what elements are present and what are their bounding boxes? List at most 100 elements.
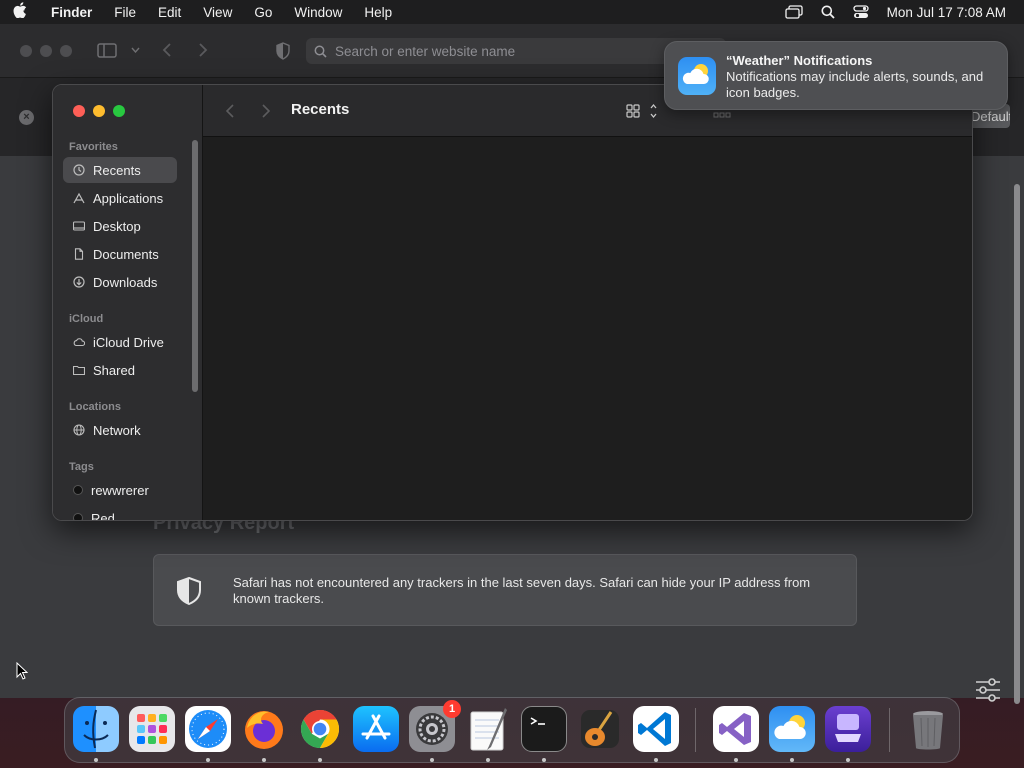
weather-notification[interactable]: “Weather” Notifications Notifications ma… bbox=[664, 41, 1008, 110]
menu-go[interactable]: Go bbox=[243, 5, 283, 20]
dock-textedit-icon[interactable] bbox=[465, 706, 511, 752]
dock-visual-studio-icon[interactable] bbox=[713, 706, 759, 752]
sidebar-tag-rewwrerer[interactable]: rewwrerer bbox=[63, 477, 177, 503]
running-indicator bbox=[262, 758, 266, 762]
sidebar-item-label: Applications bbox=[93, 190, 164, 206]
dock-weather-icon[interactable] bbox=[769, 706, 815, 752]
sidebar-item-label: Recents bbox=[93, 162, 141, 178]
sidebar-tag-red[interactable]: Red bbox=[63, 505, 177, 521]
menu-edit[interactable]: Edit bbox=[147, 5, 192, 20]
favorites-header: Favorites bbox=[69, 141, 118, 153]
shared-folder-icon bbox=[73, 365, 85, 376]
dock-garageband-icon[interactable] bbox=[577, 706, 623, 752]
back-icon[interactable] bbox=[225, 103, 235, 119]
minimize-window-button[interactable] bbox=[93, 105, 105, 117]
sidebar-scrollbar[interactable] bbox=[192, 140, 198, 392]
sidebar-toggle-icon[interactable] bbox=[97, 43, 119, 59]
sidebar-item-label: Network bbox=[93, 422, 141, 438]
running-indicator bbox=[846, 758, 850, 762]
tags-header: Tags bbox=[69, 461, 94, 473]
menu-bar: Finder File Edit View Go Window Help Mon… bbox=[0, 0, 1024, 24]
mouse-cursor-icon bbox=[16, 662, 28, 680]
safari-scrollbar[interactable] bbox=[1014, 184, 1020, 704]
search-icon bbox=[314, 45, 327, 58]
close-icon[interactable]: × bbox=[19, 110, 34, 125]
sidebar-item-applications[interactable]: Applications bbox=[63, 185, 177, 211]
finder-sidebar: Favorites Recents Applications Desktop D… bbox=[53, 85, 203, 521]
privacy-shield-icon[interactable] bbox=[275, 42, 291, 60]
notification-body: Notifications may include alerts, sounds… bbox=[726, 69, 984, 100]
dock-launchpad-icon[interactable] bbox=[129, 706, 175, 752]
dock-finder-icon[interactable] bbox=[73, 706, 119, 752]
running-indicator bbox=[790, 758, 794, 762]
tag-color-dot bbox=[73, 485, 83, 495]
spotlight-search-icon[interactable] bbox=[821, 5, 835, 19]
running-indicator bbox=[542, 758, 546, 762]
icon-view-icon[interactable] bbox=[625, 101, 663, 121]
sidebar-item-downloads[interactable]: Downloads bbox=[63, 269, 177, 295]
close-window-button[interactable] bbox=[73, 105, 85, 117]
address-bar[interactable]: Search or enter website name bbox=[306, 38, 726, 64]
dock-separator bbox=[889, 708, 890, 752]
privacy-report-text: Safari has not encountered any trackers … bbox=[233, 575, 811, 606]
running-indicator bbox=[94, 758, 98, 762]
safari-close-button[interactable] bbox=[20, 45, 32, 57]
menu-help[interactable]: Help bbox=[353, 5, 403, 20]
menubar-clock[interactable]: Mon Jul 17 7:08 AM bbox=[887, 5, 1006, 20]
dock-safari-icon[interactable] bbox=[185, 706, 231, 752]
address-placeholder: Search or enter website name bbox=[335, 43, 516, 59]
apple-menu-icon[interactable] bbox=[0, 2, 40, 22]
sidebar-item-label: rewwrerer bbox=[91, 482, 149, 498]
forward-icon[interactable] bbox=[198, 42, 208, 58]
tag-color-dot bbox=[73, 513, 83, 520]
dock-simulator-icon[interactable] bbox=[825, 706, 871, 752]
sidebar-item-label: Downloads bbox=[93, 274, 158, 290]
running-indicator bbox=[654, 758, 658, 762]
dock-vscode-icon[interactable] bbox=[633, 706, 679, 752]
sidebar-item-label: Documents bbox=[93, 246, 159, 262]
sidebar-item-desktop[interactable]: Desktop bbox=[63, 213, 177, 239]
zoom-window-button[interactable] bbox=[113, 105, 125, 117]
dock-terminal-icon[interactable] bbox=[521, 706, 567, 752]
window-title: Recents bbox=[291, 101, 350, 118]
menu-file[interactable]: File bbox=[103, 5, 147, 20]
privacy-report-card[interactable]: Safari has not encountered any trackers … bbox=[153, 554, 857, 626]
default-button-label: Default bbox=[971, 108, 1010, 124]
menu-window[interactable]: Window bbox=[283, 5, 353, 20]
dock-trash-icon[interactable] bbox=[905, 706, 951, 752]
running-indicator bbox=[206, 758, 210, 762]
running-indicator bbox=[318, 758, 322, 762]
customize-sliders-icon[interactable] bbox=[975, 678, 1001, 702]
finder-window: Favorites Recents Applications Desktop D… bbox=[52, 84, 973, 521]
safari-zoom-button[interactable] bbox=[60, 45, 72, 57]
download-icon bbox=[73, 276, 85, 288]
finder-content-area[interactable] bbox=[203, 137, 972, 520]
sidebar-item-shared[interactable]: Shared bbox=[63, 357, 177, 383]
back-icon[interactable] bbox=[162, 42, 172, 58]
sidebar-item-label: iCloud Drive bbox=[93, 334, 164, 350]
screen-mirroring-icon[interactable] bbox=[785, 5, 803, 19]
menu-app-name[interactable]: Finder bbox=[40, 5, 103, 20]
chevron-down-icon[interactable] bbox=[131, 47, 140, 53]
sidebar-item-recents[interactable]: Recents bbox=[63, 157, 177, 183]
dock-firefox-icon[interactable] bbox=[241, 706, 287, 752]
clock-icon bbox=[73, 164, 85, 176]
safari-minimize-button[interactable] bbox=[40, 45, 52, 57]
sidebar-item-icloud-drive[interactable]: iCloud Drive bbox=[63, 329, 177, 355]
sidebar-item-documents[interactable]: Documents bbox=[63, 241, 177, 267]
running-indicator bbox=[486, 758, 490, 762]
sidebar-item-network[interactable]: Network bbox=[63, 417, 177, 443]
control-center-icon[interactable] bbox=[853, 5, 869, 19]
forward-icon[interactable] bbox=[261, 103, 271, 119]
menu-view[interactable]: View bbox=[192, 5, 243, 20]
locations-header: Locations bbox=[69, 401, 121, 413]
dock-app-store-icon[interactable] bbox=[353, 706, 399, 752]
weather-app-icon bbox=[678, 57, 716, 95]
dock-chrome-icon[interactable] bbox=[297, 706, 343, 752]
dock: 1 bbox=[64, 697, 960, 763]
desktop-icon bbox=[73, 221, 85, 231]
applications-icon bbox=[73, 192, 85, 204]
notification-title: “Weather” Notifications bbox=[726, 53, 873, 68]
dock-system-settings-icon[interactable]: 1 bbox=[409, 700, 461, 752]
sidebar-item-label: Red bbox=[91, 510, 115, 521]
